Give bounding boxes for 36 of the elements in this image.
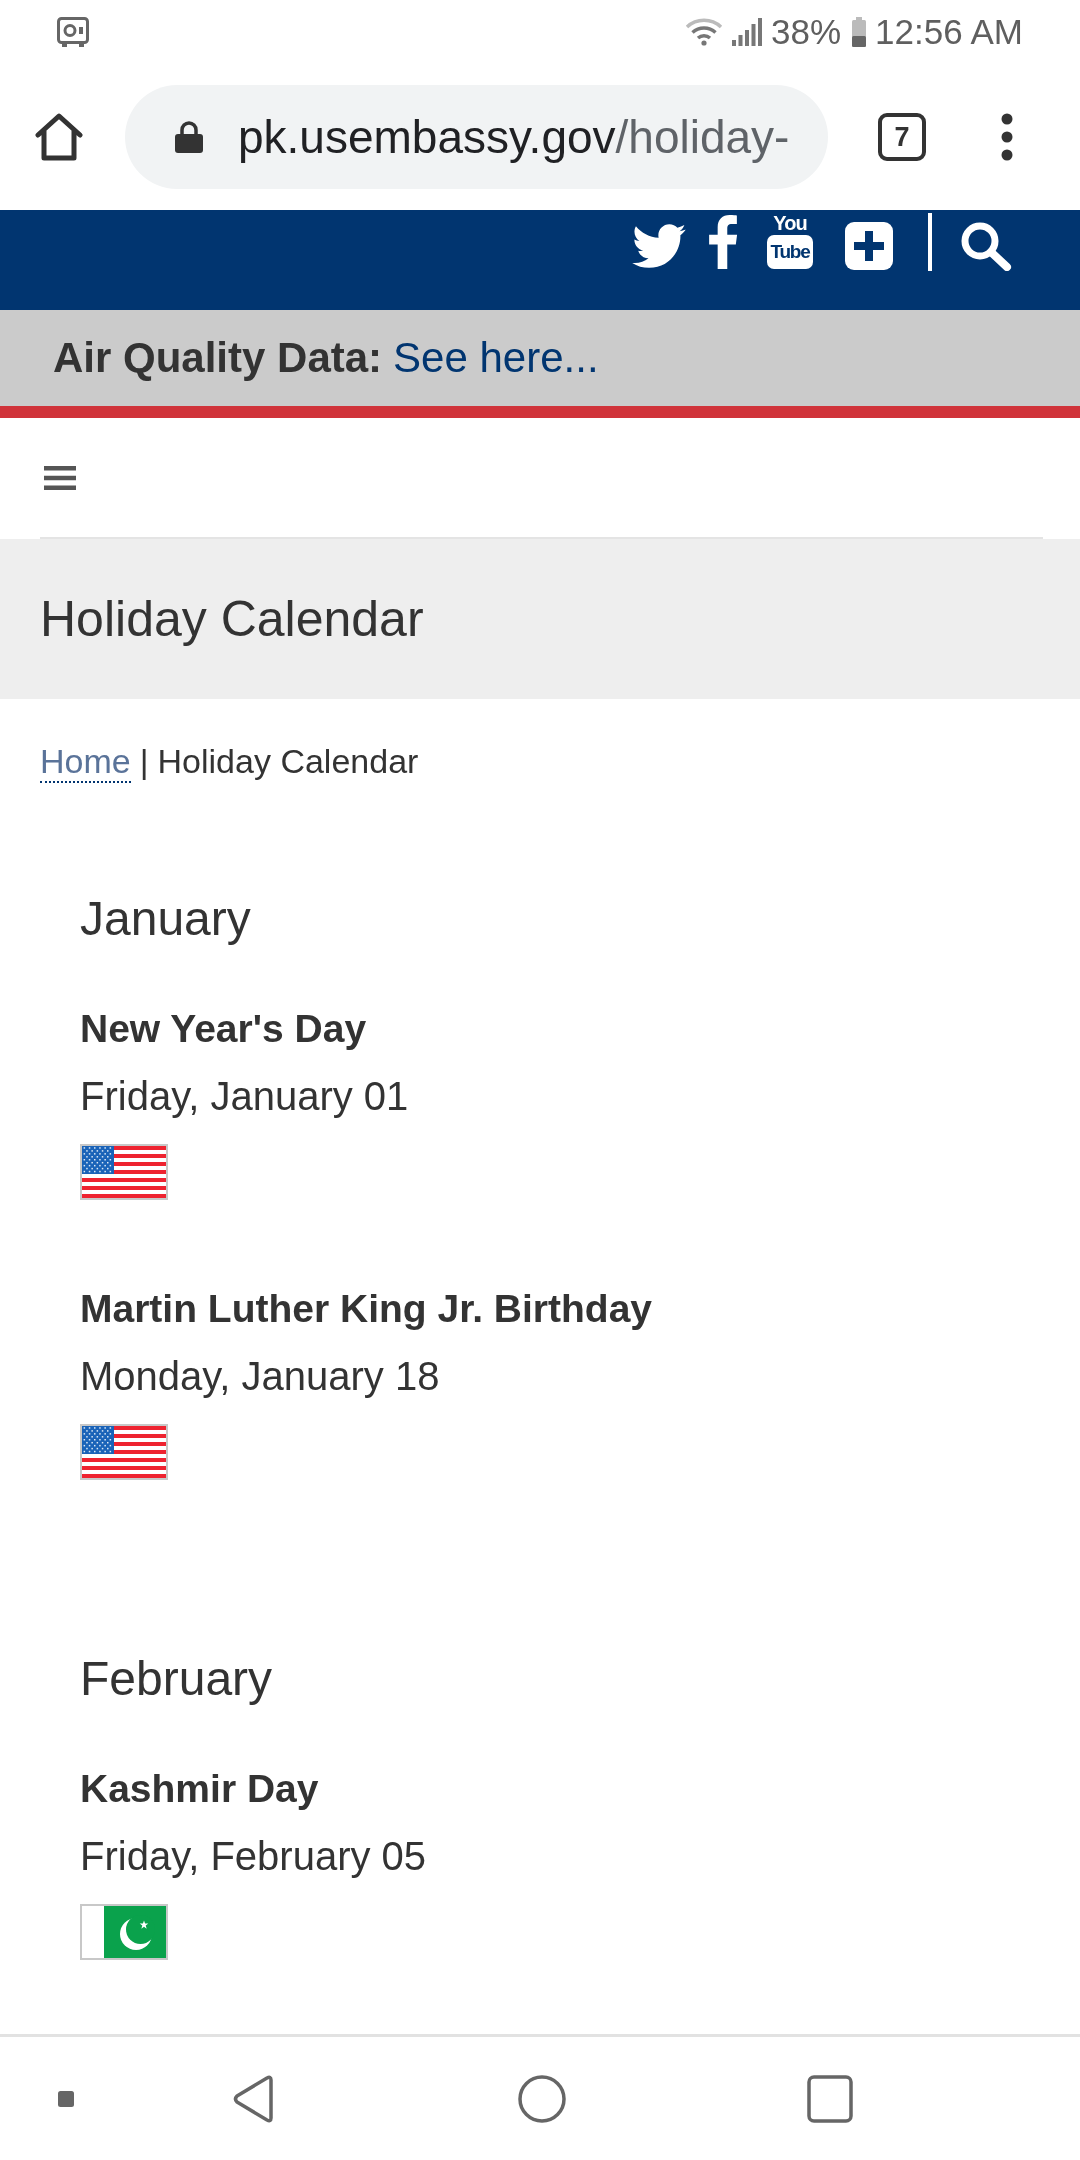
back-icon[interactable] bbox=[232, 2074, 274, 2123]
holiday-name: Kashmir Day bbox=[80, 1766, 319, 1812]
home-icon[interactable] bbox=[518, 2074, 566, 2123]
month-heading: February bbox=[80, 1651, 273, 1707]
search-icon[interactable] bbox=[960, 221, 1012, 271]
battery-percentage: 38% bbox=[771, 12, 842, 52]
holiday-name: Martin Luther King Jr. Birthday bbox=[80, 1286, 653, 1332]
holiday-date: Friday, February 05 bbox=[80, 1833, 427, 1880]
clock-time: 12:56 AM bbox=[875, 12, 1023, 52]
twitter-icon[interactable] bbox=[630, 223, 686, 269]
menu-icon[interactable] bbox=[44, 465, 76, 490]
wifi-icon bbox=[685, 18, 724, 46]
us-flag-icon bbox=[80, 1424, 168, 1480]
recent-apps-icon[interactable] bbox=[807, 2074, 853, 2123]
plus-icon[interactable] bbox=[845, 222, 893, 270]
facebook-icon[interactable] bbox=[708, 215, 738, 269]
page-title: Holiday Calendar bbox=[40, 590, 424, 649]
holiday-name: New Year's Day bbox=[80, 1006, 367, 1052]
battery-icon bbox=[852, 17, 867, 47]
more-options-icon[interactable] bbox=[1001, 113, 1013, 161]
us-flag-icon bbox=[80, 1144, 168, 1200]
month-heading: January bbox=[80, 891, 251, 947]
tab-switcher-button[interactable]: 7 bbox=[878, 113, 926, 161]
holiday-date: Monday, January 18 bbox=[80, 1353, 440, 1400]
breadcrumb-separator: | bbox=[139, 741, 149, 782]
lock-icon bbox=[175, 121, 203, 153]
breadcrumb-current: Holiday Calendar bbox=[157, 741, 419, 782]
home-icon[interactable] bbox=[34, 113, 84, 161]
home-link[interactable]: Home bbox=[40, 741, 131, 783]
holiday-date: Friday, January 01 bbox=[80, 1073, 409, 1120]
pakistan-flag-icon bbox=[80, 1904, 168, 1960]
air-quality-link[interactable]: See here... bbox=[393, 334, 599, 382]
address-bar[interactable]: pk.usembassy.gov/holiday- bbox=[125, 85, 828, 189]
safe-icon bbox=[57, 17, 89, 47]
air-quality-label: Air Quality Data: bbox=[53, 334, 383, 382]
signal-icon bbox=[732, 18, 763, 46]
